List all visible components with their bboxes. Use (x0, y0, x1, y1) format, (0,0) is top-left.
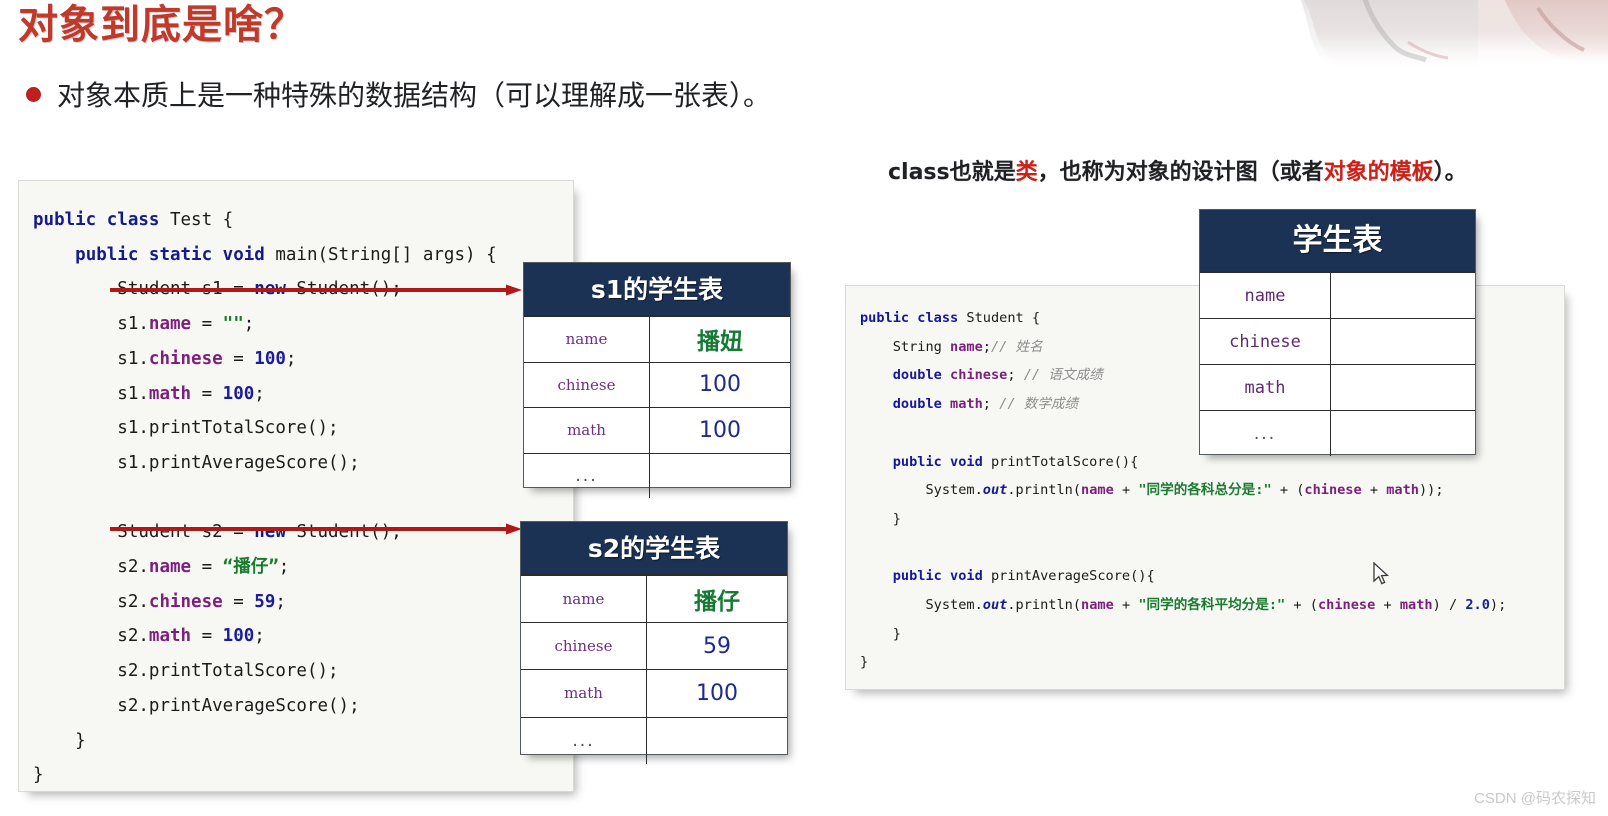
cell-key: name (521, 576, 647, 623)
cell-key: ... (1200, 411, 1331, 456)
cell-key: chinese (1200, 319, 1331, 364)
table-row: name 播仔 (521, 575, 787, 623)
table-row: chinese 59 (521, 622, 787, 670)
cell-value (650, 454, 790, 499)
cell-key: ... (521, 717, 647, 764)
cell-value: 100 (699, 417, 741, 443)
cell-key: name (1200, 273, 1331, 318)
slide-canvas: 对象到底是啥？ 对象本质上是一种特殊的数据结构（可以理解成一张表）。 class… (0, 0, 1608, 816)
cell-key: math (1200, 365, 1331, 410)
table-row: name 播妞 (524, 316, 790, 362)
table-s2-student: s2的学生表 name 播仔 chinese 59 math 100 ... (520, 521, 788, 764)
bullet-dot-icon (26, 86, 41, 102)
table-row: name (1200, 272, 1475, 318)
cell-value: 播仔 (694, 589, 740, 616)
cell-value: 播妞 (697, 329, 743, 356)
cell-key: chinese (524, 362, 650, 408)
heading-part-5: ）。 (1433, 160, 1467, 185)
cell-value (647, 718, 787, 764)
table-student-title: 学生表 (1200, 210, 1475, 272)
bullet-row: 对象本质上是一种特殊的数据结构（可以理解成一张表）。 (26, 74, 771, 114)
table-s1-title: s1的学生表 (524, 263, 790, 316)
table-row: chinese 100 (524, 361, 790, 408)
cell-value (1331, 365, 1475, 410)
watercolor-brush-decoration-icon (1248, 0, 1608, 78)
cell-value: 100 (696, 680, 738, 706)
heading-part-1: class也就是 (888, 160, 1016, 185)
cell-key: ... (524, 453, 650, 499)
table-s2-title: s2的学生表 (521, 522, 787, 575)
table-student-template: 学生表 name chinese math ... (1199, 209, 1476, 456)
table-row: chinese (1200, 318, 1475, 364)
cell-value (1331, 273, 1475, 318)
heading-highlight-template: 对象的模板 (1323, 160, 1434, 185)
table-s1-student: s1的学生表 name 播妞 chinese 100 math 100 ... (523, 262, 791, 499)
table-row: ... (521, 716, 787, 764)
cell-key: chinese (521, 623, 647, 670)
heading-part-3: ，也称为对象的设计图（或者 (1037, 160, 1324, 185)
watermark: CSDN @码农探知 (1474, 790, 1596, 807)
code-block-test-class: public class Test { public static void m… (18, 180, 574, 792)
table-row: math (1200, 364, 1475, 410)
right-section-heading: class也就是类，也称为对象的设计图（或者对象的模板）。 (888, 154, 1467, 186)
table-row: math 100 (524, 407, 790, 453)
cell-key: name (524, 317, 650, 362)
cell-value: 59 (703, 633, 731, 659)
heading-highlight-class: 类 (1015, 160, 1038, 185)
table-row: ... (1200, 410, 1475, 456)
table-row: ... (524, 452, 790, 499)
cell-value (1331, 319, 1475, 364)
page-title: 对象到底是啥？ (18, 2, 305, 48)
table-row: math 100 (521, 669, 787, 717)
cell-key: math (521, 670, 647, 717)
cell-value: 100 (699, 372, 741, 398)
cell-value (1331, 411, 1475, 456)
mouse-pointer-icon (1372, 561, 1390, 586)
bullet-text: 对象本质上是一种特殊的数据结构（可以理解成一张表）。 (57, 79, 772, 112)
cell-key: math (524, 408, 650, 453)
